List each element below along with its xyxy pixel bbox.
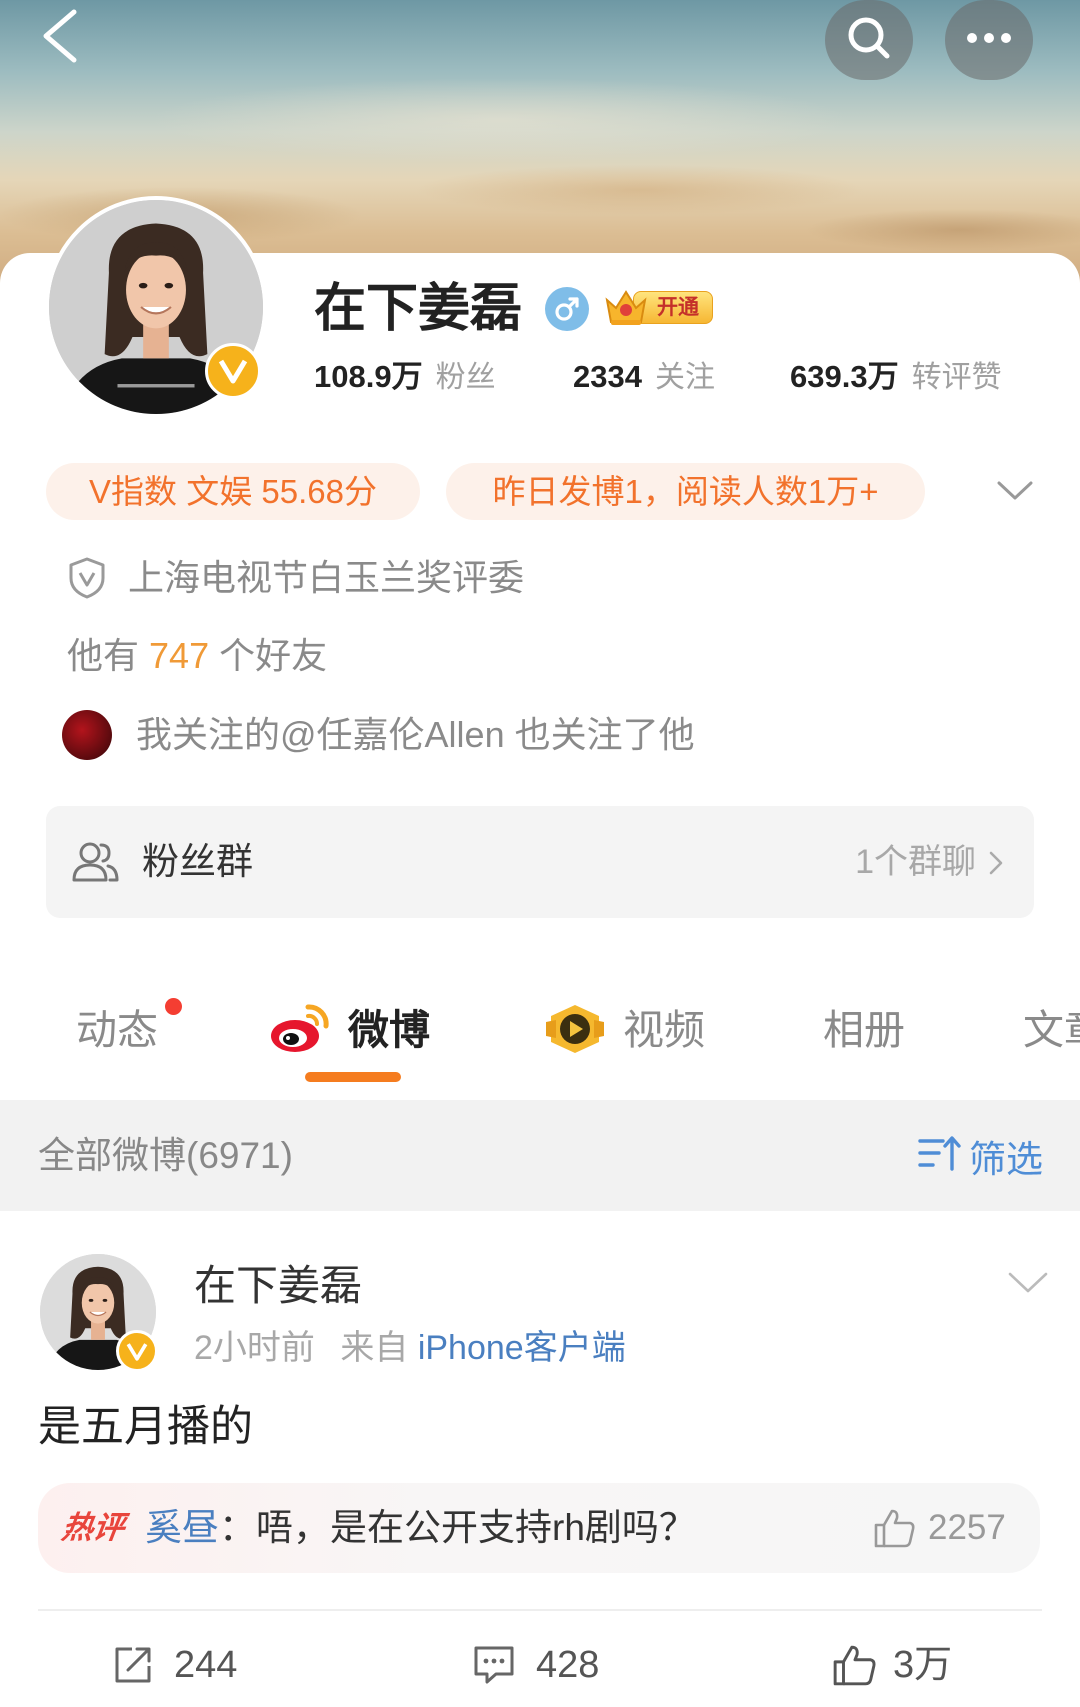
stat-followers[interactable]: 108.9万 粉丝 <box>314 357 496 397</box>
post-time: 2小时前 <box>194 1329 315 1367</box>
tab-album[interactable]: 相册 <box>823 1003 905 1057</box>
hot-comment-tag: 热评 <box>59 1510 127 1545</box>
stat-label: 转评赞 <box>911 361 1002 394</box>
active-tab-indicator <box>305 1072 401 1082</box>
daily-post-tag[interactable]: 昨日发博1，阅读人数1万+ <box>446 463 925 520</box>
hot-comment-user[interactable]: 奚昼 <box>145 1507 219 1548</box>
hot-comment-body: 奚昼：唔，是在公开支持rh剧吗？ <box>145 1483 696 1573</box>
divider <box>38 1609 1042 1611</box>
weibo-logo-icon <box>268 1001 332 1055</box>
stat-value: 639.3万 <box>790 359 899 394</box>
filter-icon <box>917 1133 961 1178</box>
friends-prefix: 他有 <box>67 635 140 676</box>
certification-text: 上海电视节白玉兰奖评委 <box>128 557 525 598</box>
chevron-left-icon[interactable] <box>38 8 82 64</box>
search-icon <box>846 15 892 66</box>
tab-video[interactable]: 视频 <box>623 1003 705 1057</box>
like-count[interactable]: 3万 <box>893 1642 952 1688</box>
v-index-tag[interactable]: V指数 文娱 55.68分 <box>46 463 420 520</box>
stat-label: 粉丝 <box>435 361 496 394</box>
stat-label: 关注 <box>654 361 715 394</box>
tab-weibo[interactable]: 微博 <box>348 1003 430 1057</box>
search-button[interactable] <box>825 0 913 80</box>
stat-interactions[interactable]: 639.3万 转评赞 <box>790 357 1002 397</box>
post-meta: 2小时前 来自 iPhone客户端 <box>194 1326 626 1370</box>
fan-group-count: 1个群聊 <box>855 843 976 881</box>
mutual-follow-text[interactable]: 我关注的@任嘉伦Allen 也关注了他 <box>136 713 695 757</box>
video-icon <box>544 1002 606 1056</box>
thumbs-up-icon[interactable] <box>873 1507 917 1554</box>
fan-group-label: 粉丝群 <box>142 841 253 882</box>
more-dots-icon <box>966 31 1012 49</box>
repost-count[interactable]: 244 <box>174 1642 237 1688</box>
fan-group-entry[interactable]: 粉丝群 1个群聊 <box>46 806 1034 918</box>
friends-count-line[interactable]: 他有 747 个好友 <box>67 634 327 678</box>
feed-title: 全部微博(6971) <box>38 1135 293 1176</box>
mutual-follow-avatar[interactable] <box>62 710 112 760</box>
crown-icon <box>603 286 649 333</box>
post-text[interactable]: 是五月播的 <box>38 1401 253 1453</box>
friends-suffix: 个好友 <box>219 635 328 676</box>
more-button[interactable] <box>945 0 1033 80</box>
unread-dot <box>165 998 182 1015</box>
shield-v-icon <box>67 556 107 600</box>
post-author-name[interactable]: 在下姜磊 <box>194 1261 362 1311</box>
male-icon <box>545 287 589 331</box>
verified-v-icon <box>205 343 261 399</box>
post-source[interactable]: iPhone客户端 <box>418 1329 626 1367</box>
profile-name: 在下姜磊 <box>314 280 523 338</box>
post-verified-v-icon <box>116 1330 158 1372</box>
filter-button[interactable]: 筛选 <box>917 1100 1043 1211</box>
hot-comment-text: ：唔，是在公开支持rh剧吗？ <box>219 1507 696 1548</box>
tab-articles[interactable]: 文章 <box>1023 1003 1080 1057</box>
friends-count: 747 <box>149 635 210 676</box>
group-icon <box>70 840 120 889</box>
repost-icon[interactable] <box>112 1644 154 1686</box>
feed-filter-bar: 全部微博(6971) 筛选 <box>0 1100 1080 1211</box>
stat-value: 2334 <box>573 359 642 394</box>
hot-comment[interactable]: 热评 奚昼：唔，是在公开支持rh剧吗？ 2257 <box>38 1483 1040 1573</box>
post-source-prefix: 来自 <box>340 1329 409 1367</box>
vip-open-badge[interactable]: 开通 <box>603 286 715 328</box>
filter-label: 筛选 <box>969 1138 1043 1180</box>
chevron-right-icon <box>988 850 1004 881</box>
hot-comment-likes: 2257 <box>928 1508 1006 1547</box>
tab-updates[interactable]: 动态 <box>76 1003 158 1057</box>
comment-icon[interactable] <box>472 1644 516 1686</box>
stat-following[interactable]: 2334 关注 <box>573 357 715 397</box>
like-icon[interactable] <box>832 1643 878 1687</box>
stat-value: 108.9万 <box>314 359 423 394</box>
post-menu-chevron-icon[interactable] <box>1007 1271 1049 1295</box>
chevron-down-icon[interactable] <box>996 480 1034 502</box>
comment-count[interactable]: 428 <box>536 1642 599 1688</box>
